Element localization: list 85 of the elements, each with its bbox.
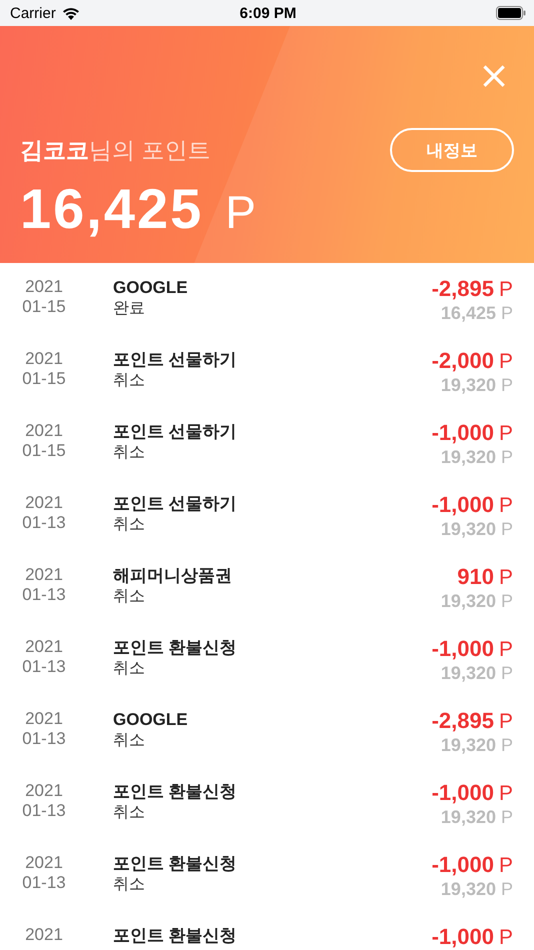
points-unit: P <box>225 185 256 239</box>
entry-date: 01-13 <box>21 585 67 605</box>
amount-unit: P <box>498 566 513 590</box>
balance-unit: P <box>500 590 513 612</box>
amount-unit: P <box>498 782 513 806</box>
entry-year: 2021 <box>24 925 64 945</box>
entry-date: 01-15 <box>21 369 67 389</box>
amount-unit: P <box>498 350 513 374</box>
balance-value: 19,320 <box>440 878 496 900</box>
balance-unit: P <box>500 518 513 540</box>
entry-status: 취소 <box>113 659 146 679</box>
entry-status: 취소 <box>113 875 146 895</box>
balance-unit: P <box>500 734 513 756</box>
entry-status: 완료 <box>113 299 146 319</box>
entry-status: 취소 <box>113 803 146 823</box>
entry-date: 01-13 <box>21 801 67 821</box>
entry-date: 01-13 <box>21 873 67 893</box>
balance-unit: P <box>500 374 513 396</box>
entry-year: 2021 <box>24 637 64 657</box>
entry-title: 포인트 환불신청 <box>113 637 238 659</box>
entry-status: 취소 <box>113 515 146 535</box>
wifi-icon <box>62 6 80 20</box>
entry-date: 01-13 <box>21 729 67 749</box>
entry-status: 취소 <box>113 587 146 607</box>
balance-unit: P <box>500 662 513 684</box>
entry-year: 2021 <box>24 421 64 441</box>
entry-year: 2021 <box>24 349 64 369</box>
balance-value: 19,320 <box>440 734 496 756</box>
balance-value: 19,320 <box>440 590 496 612</box>
balance-unit: P <box>500 878 513 900</box>
entry-date: 01-15 <box>21 441 67 461</box>
entry-date: 01-13 <box>21 513 67 533</box>
entry-title: GOOGLE <box>113 709 189 731</box>
balance-unit: P <box>500 806 513 828</box>
entry-year: 2021 <box>24 277 64 297</box>
balance-value: 19,320 <box>440 662 496 684</box>
entry-date: 01-13 <box>21 657 67 677</box>
entry-year: 2021 <box>24 493 64 513</box>
amount-value: -1,000 <box>432 493 494 517</box>
entry-title: 해피머니상품권 <box>113 565 233 587</box>
amount-value: -1,000 <box>432 637 494 661</box>
entry-title: 포인트 선물하기 <box>113 349 238 371</box>
entry-title: 포인트 선물하기 <box>113 421 238 443</box>
amount-value: -2,000 <box>432 349 494 373</box>
amount-value: -1,000 <box>432 781 494 805</box>
balance-unit: P <box>500 302 513 324</box>
balance-value: 19,320 <box>440 374 496 396</box>
carrier-name: Carrier <box>10 4 56 22</box>
amount-value: -1,000 <box>432 925 494 949</box>
entry-year: 2021 <box>24 853 64 873</box>
amount-unit: P <box>498 422 513 446</box>
entry-status: 취소 <box>113 443 146 463</box>
amount-value: -1,000 <box>432 853 494 877</box>
amount-unit: P <box>498 494 513 518</box>
amount-unit: P <box>498 638 513 662</box>
amount-unit: P <box>498 926 513 950</box>
amount-unit: P <box>498 854 513 878</box>
entry-title: 포인트 선물하기 <box>113 493 238 515</box>
entry-status: 취소 <box>113 371 146 391</box>
entry-title: 포인트 환불신청 <box>113 925 238 947</box>
amount-unit: P <box>498 710 513 734</box>
balance-value: 19,320 <box>440 446 496 468</box>
points-title: 김코코님의 포인트 <box>20 136 210 164</box>
entry-status: 취소 <box>113 731 146 751</box>
balance-unit: P <box>500 446 513 468</box>
entry-title: 포인트 환불신청 <box>113 853 238 875</box>
balance-value: 16,425 <box>440 302 496 324</box>
entry-year: 2021 <box>24 565 64 585</box>
amount-unit: P <box>498 278 513 302</box>
amount-value: -1,000 <box>432 421 494 445</box>
balance-value: 19,320 <box>440 518 496 540</box>
entry-year: 2021 <box>24 781 64 801</box>
entry-year: 2021 <box>24 709 64 729</box>
amount-value: -2,895 <box>432 277 494 301</box>
points-total: 16,425 <box>20 176 204 241</box>
entry-title: GOOGLE <box>113 277 189 299</box>
amount-value: 910 <box>457 565 494 589</box>
entry-date: 01-15 <box>21 297 67 317</box>
amount-value: -2,895 <box>432 709 494 733</box>
close-button[interactable]: × <box>474 50 514 100</box>
clock-time: 6:09 PM <box>240 4 296 22</box>
balance-value: 19,320 <box>440 806 496 828</box>
entry-title: 포인트 환불신청 <box>113 781 238 803</box>
my-info-button[interactable]: 내정보 <box>390 128 514 172</box>
battery-icon <box>496 6 526 20</box>
